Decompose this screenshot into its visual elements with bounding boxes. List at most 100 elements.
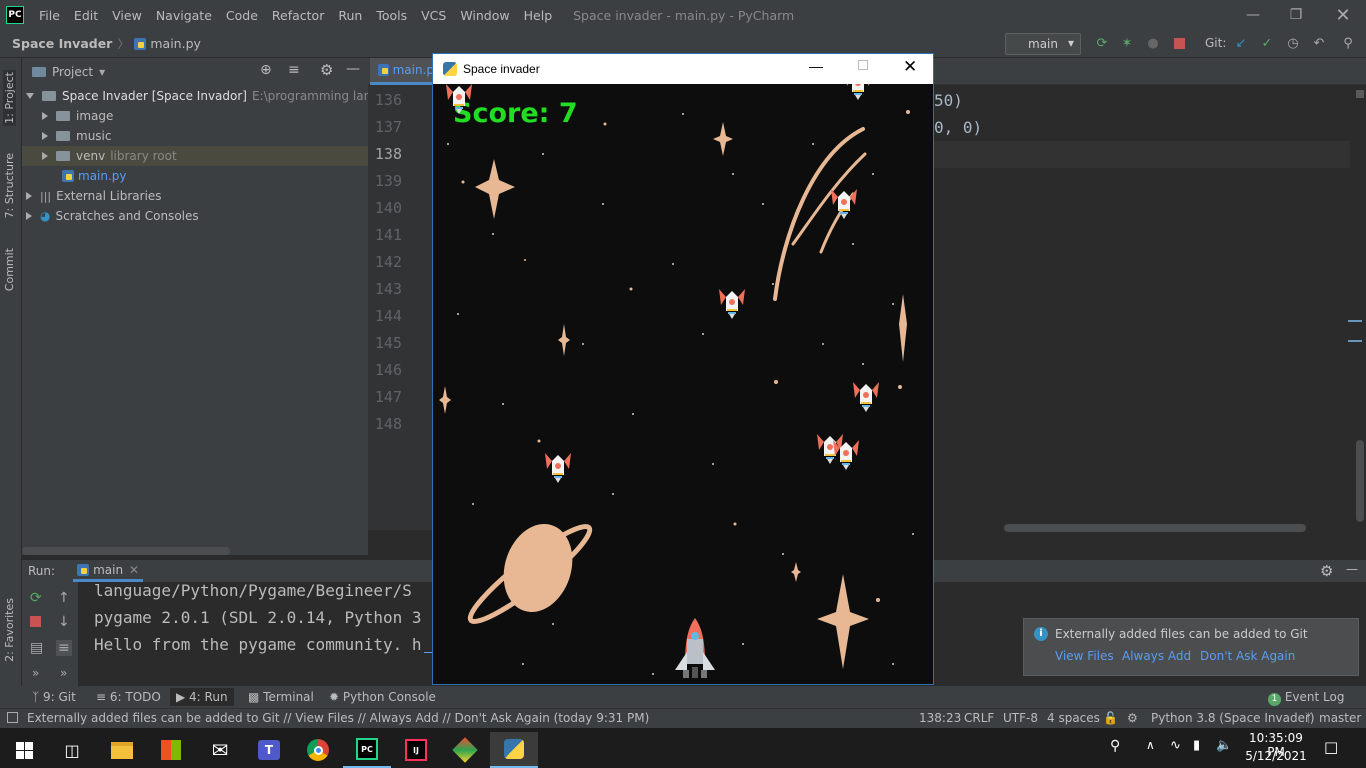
git-kraken-icon[interactable] xyxy=(441,732,489,768)
more-icon[interactable]: » xyxy=(60,666,67,680)
expand-icon[interactable] xyxy=(42,132,48,140)
menu-run[interactable]: Run xyxy=(331,8,369,23)
menu-file[interactable]: File xyxy=(32,8,67,23)
menu-tools[interactable]: Tools xyxy=(369,8,414,23)
search-icon[interactable]: ⚲ xyxy=(1340,35,1356,51)
coverage-icon[interactable]: ● xyxy=(1145,35,1161,51)
collapse-all-icon[interactable]: ≡ xyxy=(288,62,300,78)
tree-item-music[interactable]: music xyxy=(42,126,111,146)
rerun-icon[interactable]: ⟳ xyxy=(30,590,42,606)
task-view-icon[interactable]: ◫ xyxy=(48,732,96,768)
game-close-button[interactable]: ✕ xyxy=(903,57,917,77)
hide-panel-icon[interactable]: — xyxy=(1346,562,1358,576)
menu-code[interactable]: Code xyxy=(219,8,265,23)
git-rollback-icon[interactable]: ↶ xyxy=(1311,35,1327,51)
git-tool-tab[interactable]: ᛉ 9: Git xyxy=(32,690,76,704)
event-log-tab[interactable]: 1 Event Log xyxy=(1268,690,1344,706)
debug-icon[interactable]: ✶ xyxy=(1119,35,1135,51)
mail-icon[interactable]: ✉ xyxy=(196,732,244,768)
pycharm-logo-icon[interactable]: PC xyxy=(6,6,24,24)
lock-icon[interactable]: 🔓 xyxy=(1103,711,1118,725)
expand-icon[interactable] xyxy=(42,112,48,120)
menu-help[interactable]: Help xyxy=(517,8,560,23)
terminal-tool-tab[interactable]: ▩ Terminal xyxy=(248,690,314,704)
editor-hscrollbar[interactable] xyxy=(1004,524,1306,532)
code-line[interactable]: 50) xyxy=(934,91,963,110)
menu-window[interactable]: Window xyxy=(453,8,516,23)
favorites-tool-tab[interactable]: 2: Favorites xyxy=(3,598,16,662)
tree-item-image[interactable]: image xyxy=(42,106,113,126)
breadcrumb-file[interactable]: main.py xyxy=(150,36,201,51)
volume-icon[interactable]: 🔈 xyxy=(1216,738,1232,753)
project-tool-tab[interactable]: 1: Project xyxy=(3,70,16,126)
commit-tool-tab[interactable]: Commit xyxy=(3,248,16,291)
view-files-link[interactable]: View Files xyxy=(1055,649,1114,663)
soft-wrap-icon[interactable]: ≡ xyxy=(56,640,72,656)
tree-item-main-py[interactable]: main.py xyxy=(62,166,127,186)
stop-icon[interactable] xyxy=(30,616,41,627)
run-tool-tab[interactable]: ▶ 4: Run xyxy=(170,688,234,706)
game-canvas[interactable]: Score: 7 xyxy=(433,84,933,684)
battery-icon[interactable]: ▮ xyxy=(1193,738,1200,753)
todo-tool-tab[interactable]: ≡ 6: TODO xyxy=(96,690,161,704)
stop-icon[interactable] xyxy=(1171,35,1187,51)
breadcrumb-project[interactable]: Space Invader xyxy=(12,36,112,51)
expand-icon[interactable] xyxy=(26,93,34,99)
tree-item-venv[interactable]: venv library root xyxy=(22,146,368,166)
close-window-button[interactable]: ✕ xyxy=(1320,0,1366,30)
gear-icon[interactable]: ⚙ xyxy=(320,61,333,79)
menu-vcs[interactable]: VCS xyxy=(414,8,453,23)
chrome-icon[interactable] xyxy=(294,732,342,768)
inspection-indicator[interactable] xyxy=(1356,90,1364,98)
more-icon[interactable]: » xyxy=(32,666,39,680)
expand-icon[interactable] xyxy=(26,192,32,200)
editor-vscrollbar[interactable] xyxy=(1356,440,1364,522)
windows-start-icon[interactable] xyxy=(0,732,48,768)
notification-center-icon[interactable]: □ xyxy=(1324,738,1338,756)
editor-tab-main[interactable]: main.p xyxy=(370,58,434,85)
git-branch[interactable]: master xyxy=(1319,711,1361,725)
arrow-down-icon[interactable]: ↓ xyxy=(58,614,70,630)
line-separator[interactable]: CRLF xyxy=(964,711,994,725)
tree-root[interactable]: Space Invader [Space Invador] E:\program… xyxy=(26,86,409,106)
dont-ask-again-link[interactable]: Don't Ask Again xyxy=(1200,649,1295,663)
project-panel-title[interactable]: Project xyxy=(52,65,93,79)
run-tab-main[interactable]: main ✕ xyxy=(73,560,144,582)
clock-date[interactable]: 5/12/2021 xyxy=(1243,749,1309,763)
indent-setting[interactable]: 4 spaces xyxy=(1047,711,1100,725)
git-update-icon[interactable]: ↙ xyxy=(1233,35,1249,51)
expand-icon[interactable] xyxy=(42,152,48,160)
store-icon[interactable] xyxy=(147,732,195,768)
expand-icon[interactable] xyxy=(26,212,32,220)
hide-panel-icon[interactable]: — xyxy=(346,61,360,77)
layout-icon[interactable]: ▤ xyxy=(30,640,43,656)
teams-icon[interactable]: T xyxy=(245,732,293,768)
restore-button[interactable]: ❐ xyxy=(1273,0,1319,30)
python-console-tool-tab[interactable]: ✹ Python Console xyxy=(329,690,436,704)
rerun-icon[interactable]: ⟳ xyxy=(1094,35,1110,51)
git-commit-icon[interactable]: ✓ xyxy=(1259,35,1275,51)
locate-icon[interactable]: ⊕ xyxy=(260,62,272,78)
tree-external-libraries[interactable]: ||| External Libraries xyxy=(26,186,162,206)
minimize-button[interactable]: — xyxy=(1230,0,1276,30)
code-line[interactable]: 0, 0) xyxy=(934,118,982,137)
interpreter[interactable]: Python 3.8 (Space Invader) xyxy=(1151,711,1315,725)
menu-refactor[interactable]: Refactor xyxy=(265,8,331,23)
chevron-down-icon[interactable]: ▾ xyxy=(99,65,105,79)
status-message[interactable]: Externally added files can be added to G… xyxy=(27,711,649,725)
close-tab-icon[interactable]: ✕ xyxy=(129,563,139,577)
pycharm-taskbar-icon[interactable]: PC xyxy=(343,732,391,768)
people-icon[interactable]: ⚲ xyxy=(1110,738,1120,754)
always-add-link[interactable]: Always Add xyxy=(1122,649,1191,663)
game-minimize-button[interactable]: — xyxy=(809,58,823,74)
inspector-icon[interactable]: ⚙ xyxy=(1127,711,1138,725)
tree-scratches[interactable]: ◕ Scratches and Consoles xyxy=(26,206,199,226)
file-encoding[interactable]: UTF-8 xyxy=(1003,711,1038,725)
run-config-select[interactable]: main xyxy=(1005,33,1081,55)
menu-view[interactable]: View xyxy=(105,8,149,23)
python-taskbar-icon[interactable] xyxy=(490,732,538,768)
gear-icon[interactable]: ⚙ xyxy=(1320,562,1333,580)
wifi-icon[interactable]: ∿ xyxy=(1170,738,1181,753)
structure-tool-tab[interactable]: 7: Structure xyxy=(3,153,16,218)
project-scrollbar[interactable] xyxy=(22,547,230,555)
